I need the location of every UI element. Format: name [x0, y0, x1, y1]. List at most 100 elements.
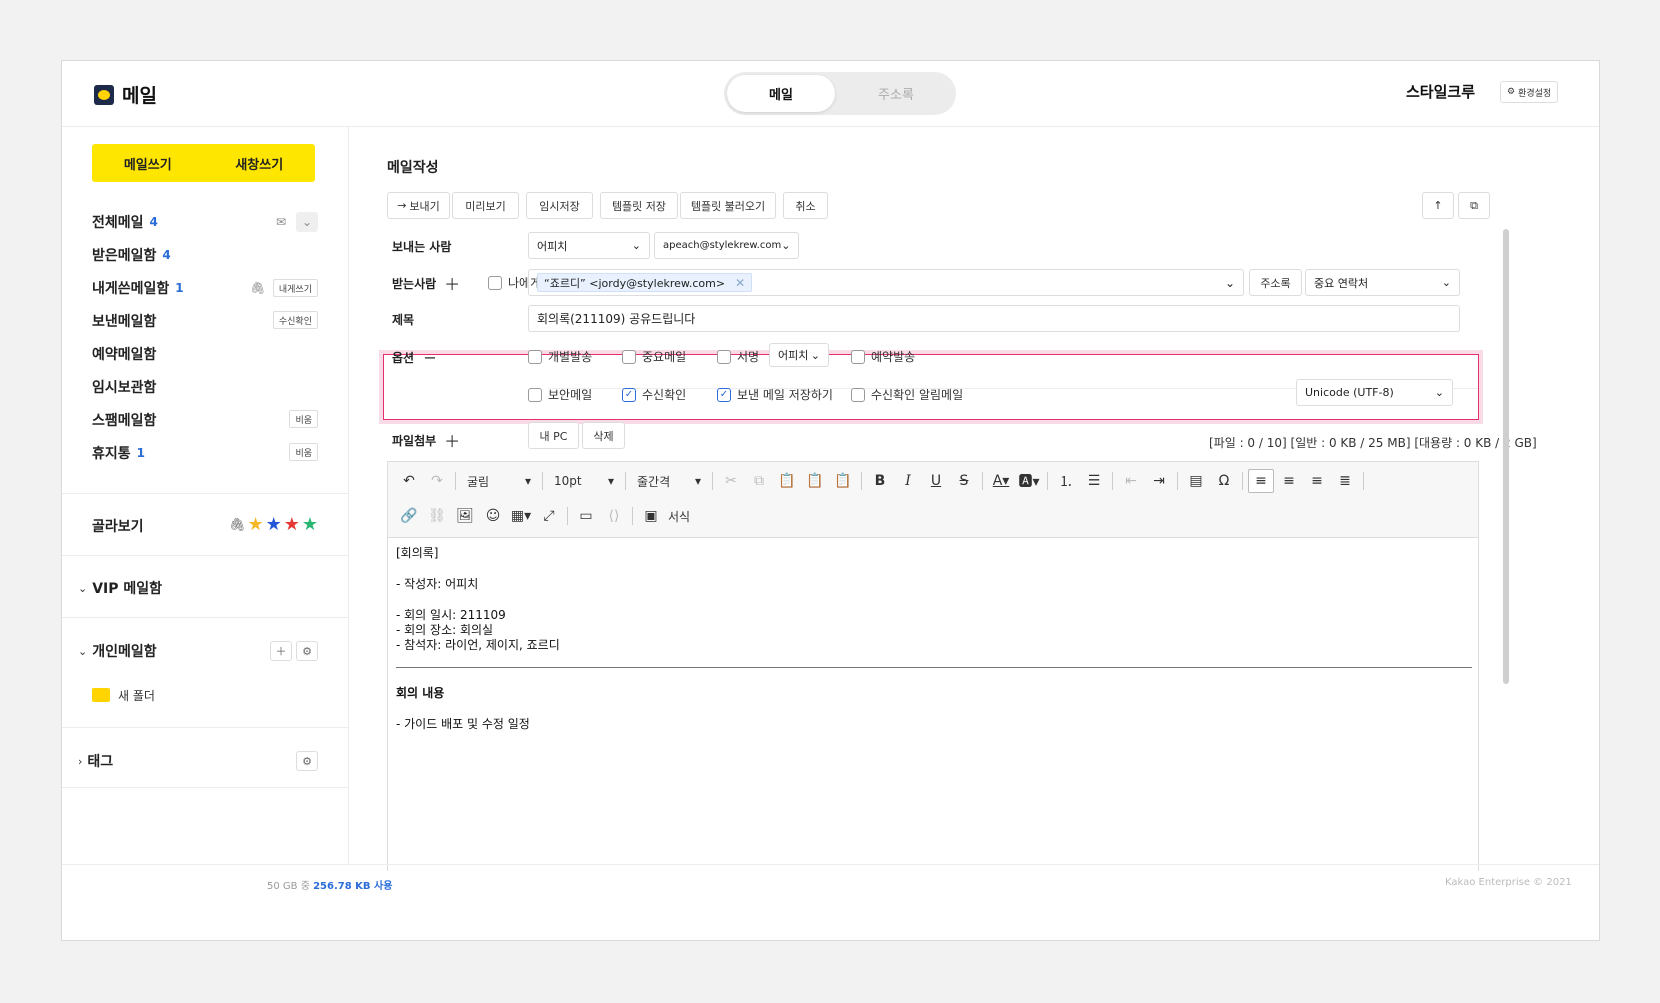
tab-mail[interactable]: 메일	[727, 75, 835, 112]
sidebar-item-inbox[interactable]: 받은메일함 4	[92, 244, 318, 266]
user-name[interactable]: 스타일크루	[1406, 81, 1475, 102]
send-button[interactable]: → 보내기	[387, 192, 450, 219]
read-receipt-checkbox[interactable]: ✓ 수신확인	[622, 386, 686, 403]
popout-icon[interactable]: ⧉	[1458, 192, 1490, 219]
page-icon[interactable]: ▭	[573, 504, 599, 528]
save-sent-checkbox[interactable]: ✓ 보낸 메일 저장하기	[717, 386, 833, 403]
signature-select[interactable]: 어피치 ⌄	[769, 343, 829, 367]
horizontal-rule-icon[interactable]: ▤	[1183, 469, 1209, 493]
cancel-button[interactable]: 취소	[783, 192, 828, 219]
ordered-list-icon[interactable]: ⒈	[1053, 469, 1079, 493]
format-label[interactable]: 서식	[668, 508, 690, 525]
preview-button[interactable]: 미리보기	[452, 192, 519, 219]
close-icon[interactable]: ✕	[735, 276, 745, 290]
checkbox[interactable]	[528, 387, 542, 402]
from-name-select[interactable]: 어피치 ⌄	[528, 232, 650, 259]
paste-icon[interactable]: 📋	[774, 469, 800, 493]
bold-icon[interactable]: B	[867, 469, 893, 493]
signature-checkbox[interactable]: 서명	[717, 348, 759, 365]
gear-icon[interactable]: ⚙	[296, 751, 318, 771]
secure-mail-checkbox[interactable]: 보안메일	[528, 386, 592, 403]
template-icon[interactable]: ▣	[638, 504, 664, 528]
font-select[interactable]: 굴림 ▾	[461, 469, 537, 493]
template-load-button[interactable]: 템플릿 불러오기	[680, 192, 776, 219]
contacts-select[interactable]: 중요 연락처 ⌄	[1305, 269, 1460, 296]
align-left-icon[interactable]: ≡	[1248, 469, 1274, 493]
fullscreen-icon[interactable]: ⤢	[536, 504, 562, 528]
paste-word-icon[interactable]: 📋	[830, 469, 856, 493]
add-folder-icon[interactable]: ＋	[270, 641, 292, 661]
checkbox[interactable]	[851, 349, 865, 364]
paperclip-icon[interactable]: 🖇	[247, 278, 269, 298]
compose-button[interactable]: 메일쓰기	[92, 144, 204, 182]
paste-text-icon[interactable]: 📋	[802, 469, 828, 493]
subject-input[interactable]: 회의록(211109) 공유드립니다	[528, 305, 1460, 332]
star-red-icon[interactable]: ★	[284, 516, 300, 534]
align-right-icon[interactable]: ≡	[1304, 469, 1330, 493]
link-icon[interactable]: 🔗	[396, 504, 422, 528]
source-icon[interactable]: ⟨⟩	[601, 504, 627, 528]
arrow-up-icon[interactable]: ↑	[1422, 192, 1454, 219]
folder-item[interactable]: 새 폴더	[92, 684, 332, 706]
checkbox-checked[interactable]: ✓	[622, 387, 636, 402]
scrollbar[interactable]	[1503, 229, 1509, 684]
encoding-select[interactable]: Unicode (UTF-8) ⌄	[1296, 379, 1453, 406]
star-green-icon[interactable]: ★	[302, 516, 318, 534]
editor-content[interactable]: [회의록] - 작성자: 어피치 - 회의 일시: 211109 - 회의 장소…	[396, 546, 1472, 732]
receipt-alert-checkbox[interactable]: 수신확인 알림메일	[851, 386, 963, 403]
sidebar-item-scheduled[interactable]: 예약메일함	[92, 343, 318, 365]
gear-icon[interactable]: ⚙	[296, 641, 318, 661]
redo-icon[interactable]: ↷	[424, 469, 450, 493]
envelope-icon[interactable]: ✉	[270, 212, 292, 232]
star-yellow-icon[interactable]: ★	[247, 516, 263, 534]
text-color-icon[interactable]: A▾	[988, 469, 1014, 493]
cut-icon[interactable]: ✂	[718, 469, 744, 493]
unordered-list-icon[interactable]: ☰	[1081, 469, 1107, 493]
outdent-icon[interactable]: ⇤	[1118, 469, 1144, 493]
tab-address-book[interactable]: 주소록	[842, 75, 950, 112]
star-blue-icon[interactable]: ★	[266, 516, 282, 534]
checkbox[interactable]	[717, 349, 731, 364]
background-color-icon[interactable]: 🅰▾	[1016, 469, 1042, 493]
individual-send-checkbox[interactable]: 개별발송	[528, 348, 592, 365]
add-recipient-icon[interactable]: ＋	[442, 271, 462, 295]
checkbox-checked[interactable]: ✓	[717, 387, 731, 402]
sidebar-item-trash[interactable]: 휴지통 1 비움	[92, 442, 318, 464]
empty-trash-button[interactable]: 비움	[289, 443, 318, 461]
checkbox[interactable]	[622, 349, 636, 364]
save-draft-button[interactable]: 임시저장	[526, 192, 593, 219]
undo-icon[interactable]: ↶	[396, 469, 422, 493]
align-center-icon[interactable]: ≡	[1276, 469, 1302, 493]
recipient-chip[interactable]: “죠르디” <jordy@stylekrew.com> ✕	[537, 273, 753, 292]
sidebar-item-vip[interactable]: ⌄ VIP 메일함	[78, 577, 318, 599]
copy-icon[interactable]: ⧉	[746, 469, 772, 493]
important-mail-checkbox[interactable]: 중요메일	[622, 348, 686, 365]
sidebar-item-drafts[interactable]: 임시보관함	[92, 376, 318, 398]
my-pc-button[interactable]: 내 PC	[528, 422, 579, 449]
table-icon[interactable]: ▦▾	[508, 504, 534, 528]
address-book-button[interactable]: 주소록	[1249, 269, 1302, 296]
read-receipt-button[interactable]: 수신확인	[272, 311, 318, 329]
paperclip-filter-icon[interactable]: 🖇	[229, 518, 246, 533]
from-email-select[interactable]: apeach@stylekrew.com ⌄	[654, 232, 799, 259]
settings-button[interactable]: ⚙ 환경설정	[1500, 81, 1559, 103]
empty-spam-button[interactable]: 비움	[289, 410, 318, 428]
strikethrough-icon[interactable]: S	[951, 469, 977, 493]
sidebar-item-all-mail[interactable]: 전체메일 4 ✉ ⌄	[92, 211, 318, 233]
checkbox[interactable]	[488, 275, 502, 290]
recipient-input[interactable]: “죠르디” <jordy@stylekrew.com> ✕ ⌄	[528, 269, 1244, 296]
underline-icon[interactable]: U	[923, 469, 949, 493]
compose-new-window-button[interactable]: 새창쓰기	[204, 144, 316, 182]
delete-attachment-button[interactable]: 삭제	[582, 422, 625, 449]
scheduled-send-checkbox[interactable]: 예약발송	[851, 348, 915, 365]
sidebar-item-sent[interactable]: 보낸메일함 수신확인	[92, 310, 318, 332]
chevron-down-icon[interactable]: ⌄	[296, 212, 318, 232]
write-to-me-button[interactable]: 내게쓰기	[272, 279, 318, 297]
chevron-down-icon[interactable]: ⌄	[1225, 276, 1235, 290]
font-size-select[interactable]: 10pt ▾	[548, 469, 620, 493]
add-attachment-icon[interactable]: ＋	[442, 428, 462, 452]
indent-icon[interactable]: ⇥	[1146, 469, 1172, 493]
app-logo[interactable]: 메일	[94, 81, 157, 108]
sidebar-item-personal[interactable]: ⌄ 개인메일함 ＋ ⚙	[78, 640, 318, 662]
checkbox[interactable]	[851, 387, 865, 402]
